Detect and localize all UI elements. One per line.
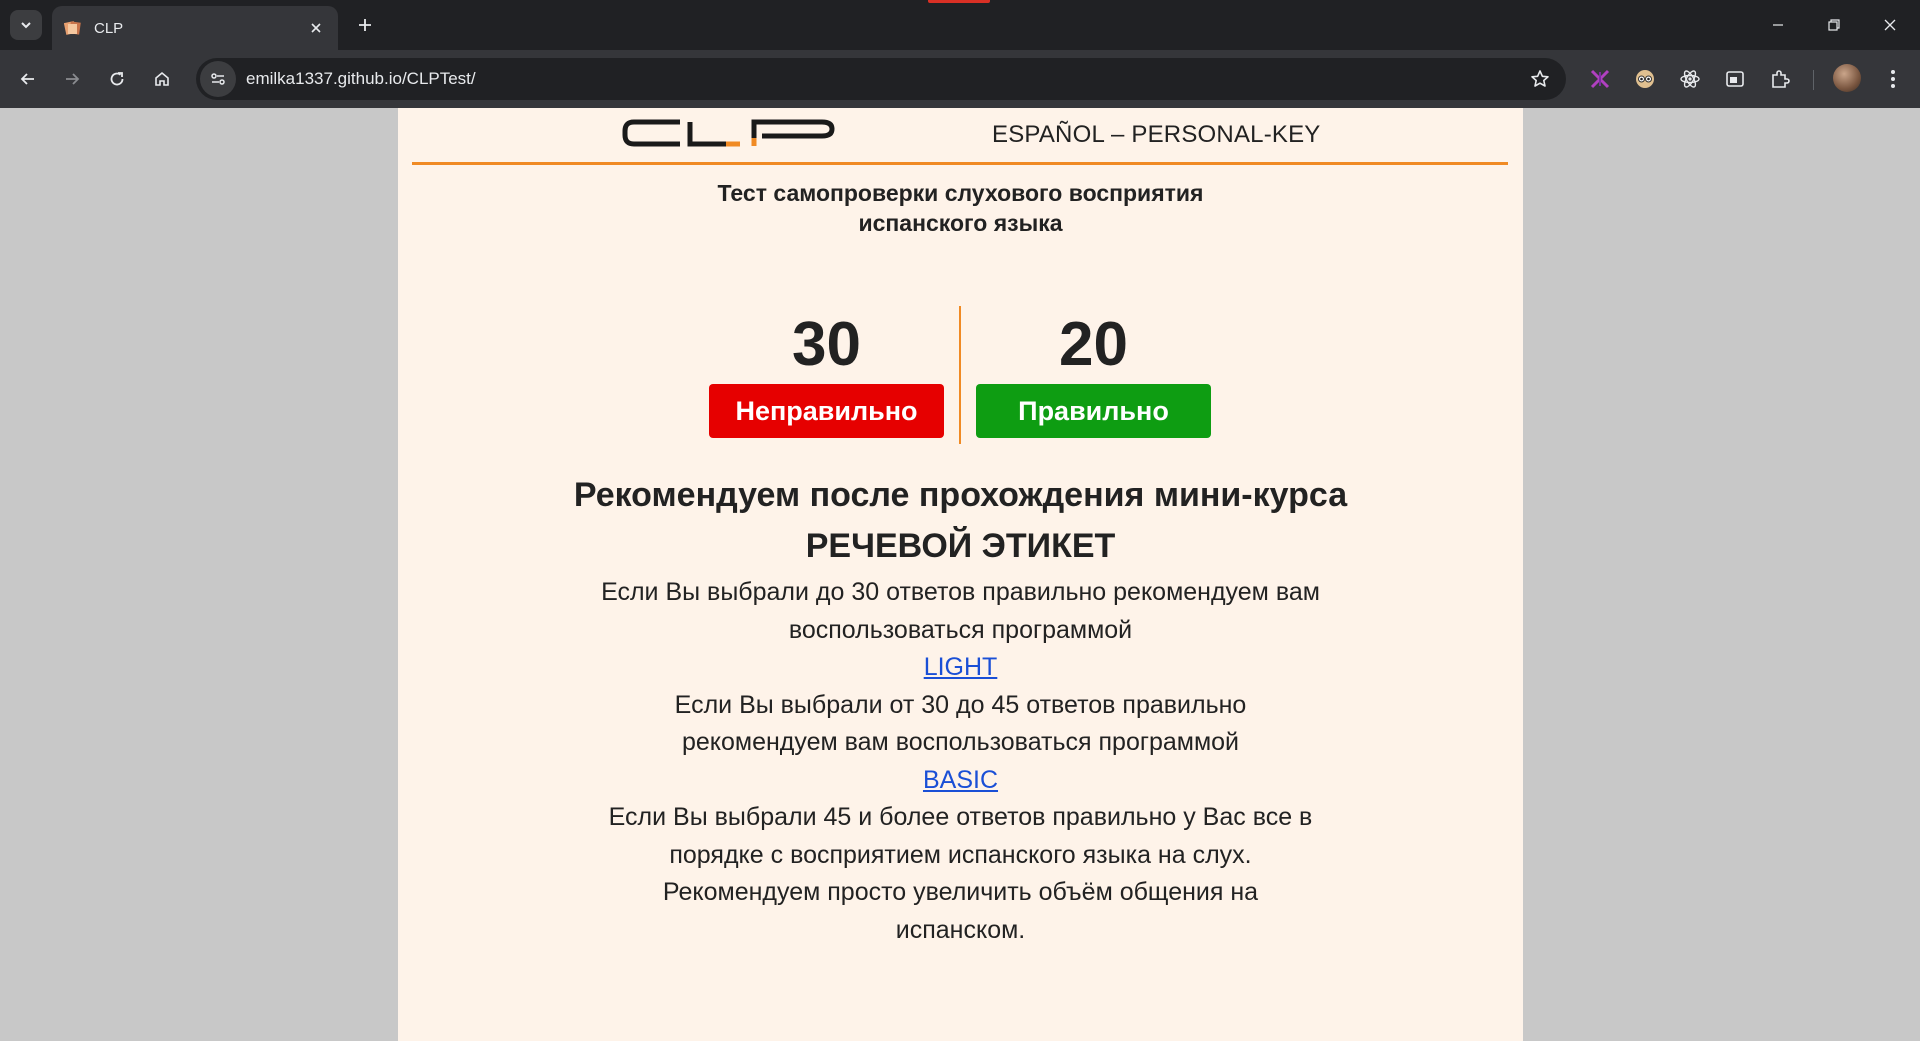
minimize-icon: [1773, 24, 1783, 26]
tab-title: CLP: [94, 19, 124, 37]
basic-program-link[interactable]: BASIC: [923, 762, 998, 800]
back-button[interactable]: [12, 63, 44, 95]
subtitle-line: испанского языка: [858, 210, 1063, 236]
browser-toolbar: emilka1337.github.io/CLPTest/: [0, 50, 1920, 108]
recommendation-text: Если Вы выбрали до 30 ответов правильно …: [601, 578, 1320, 644]
media-indicator: [928, 0, 990, 3]
kebab-menu-icon[interactable]: [1878, 64, 1908, 94]
right-score-column: 20 Правильно: [976, 306, 1211, 438]
tab-search-button[interactable]: [10, 10, 42, 40]
restore-icon: [1828, 19, 1840, 31]
recommendation-heading: Рекомендуем после прохождения мини-курса…: [398, 470, 1523, 572]
close-tab-icon[interactable]: [306, 18, 326, 38]
score-divider: [959, 306, 961, 444]
page-header: ESPAÑOL – PERSONAL-KEY: [412, 108, 1508, 165]
arrow-left-icon: [20, 73, 34, 85]
heading-line: Рекомендуем после прохождения мини-курса: [573, 476, 1348, 514]
close-window-button[interactable]: [1862, 0, 1918, 50]
ai-extension-icon[interactable]: [1585, 64, 1615, 94]
address-bar[interactable]: emilka1337.github.io/CLPTest/: [196, 58, 1566, 100]
react-devtools-icon[interactable]: [1675, 64, 1705, 94]
plus-icon: [359, 19, 371, 31]
reload-button[interactable]: [101, 63, 133, 95]
url-text[interactable]: emilka1337.github.io/CLPTest/: [246, 69, 1524, 89]
close-icon: [1884, 19, 1896, 31]
score-summary: 30 Неправильно 20 Правильно: [398, 306, 1523, 456]
reload-icon: [110, 72, 124, 86]
profile-avatar[interactable]: [1833, 64, 1861, 92]
recommendation-body: Если Вы выбрали до 30 ответов правильно …: [398, 574, 1523, 949]
recommendation-text: Если Вы выбрали от 30 до 45 ответов прав…: [674, 690, 1247, 757]
light-program-link[interactable]: LIGHT: [924, 649, 998, 687]
test-subtitle: Тест самопроверки слухового восприятия и…: [398, 178, 1523, 238]
page-viewport: ESPAÑOL – PERSONAL-KEY Тест самопроверки…: [0, 108, 1920, 1041]
minimize-button[interactable]: [1750, 0, 1806, 50]
recommendation-text: Если Вы выбрали 45 и более ответов прави…: [608, 803, 1313, 944]
subtitle-line: Тест самопроверки слухового восприятия: [717, 180, 1204, 206]
eyes-extension-icon[interactable]: [1630, 64, 1660, 94]
extensions-puzzle-icon[interactable]: [1765, 64, 1795, 94]
wrong-score-column: 30 Неправильно: [709, 306, 944, 438]
right-count: 20: [1059, 310, 1128, 379]
toolbar-divider: [1813, 70, 1814, 90]
site-info-icon[interactable]: [200, 61, 236, 97]
home-icon: [155, 71, 169, 86]
tab-manager-icon[interactable]: [1720, 64, 1750, 94]
page-container: ESPAÑOL – PERSONAL-KEY Тест самопроверки…: [398, 108, 1523, 1041]
chevron-down-icon: [21, 22, 31, 29]
wrong-count: 30: [792, 310, 861, 379]
bookmark-star-icon[interactable]: [1524, 63, 1556, 95]
wrong-label-badge: Неправильно: [709, 384, 944, 438]
favicon-icon: [63, 19, 82, 37]
browser-tab[interactable]: CLP: [52, 6, 338, 50]
home-button[interactable]: [146, 63, 178, 95]
right-label-badge: Правильно: [976, 384, 1211, 438]
clp-logo: [622, 119, 835, 147]
new-tab-button[interactable]: [352, 12, 378, 38]
browser-tab-bar: CLP: [0, 0, 1920, 50]
course-name: РЕЧЕВОЙ ЭТИКЕТ: [805, 527, 1116, 565]
restore-button[interactable]: [1806, 0, 1862, 50]
language-title: ESPAÑOL – PERSONAL-KEY: [992, 121, 1321, 148]
forward-button[interactable]: [56, 63, 88, 95]
arrow-right-icon: [66, 73, 80, 85]
